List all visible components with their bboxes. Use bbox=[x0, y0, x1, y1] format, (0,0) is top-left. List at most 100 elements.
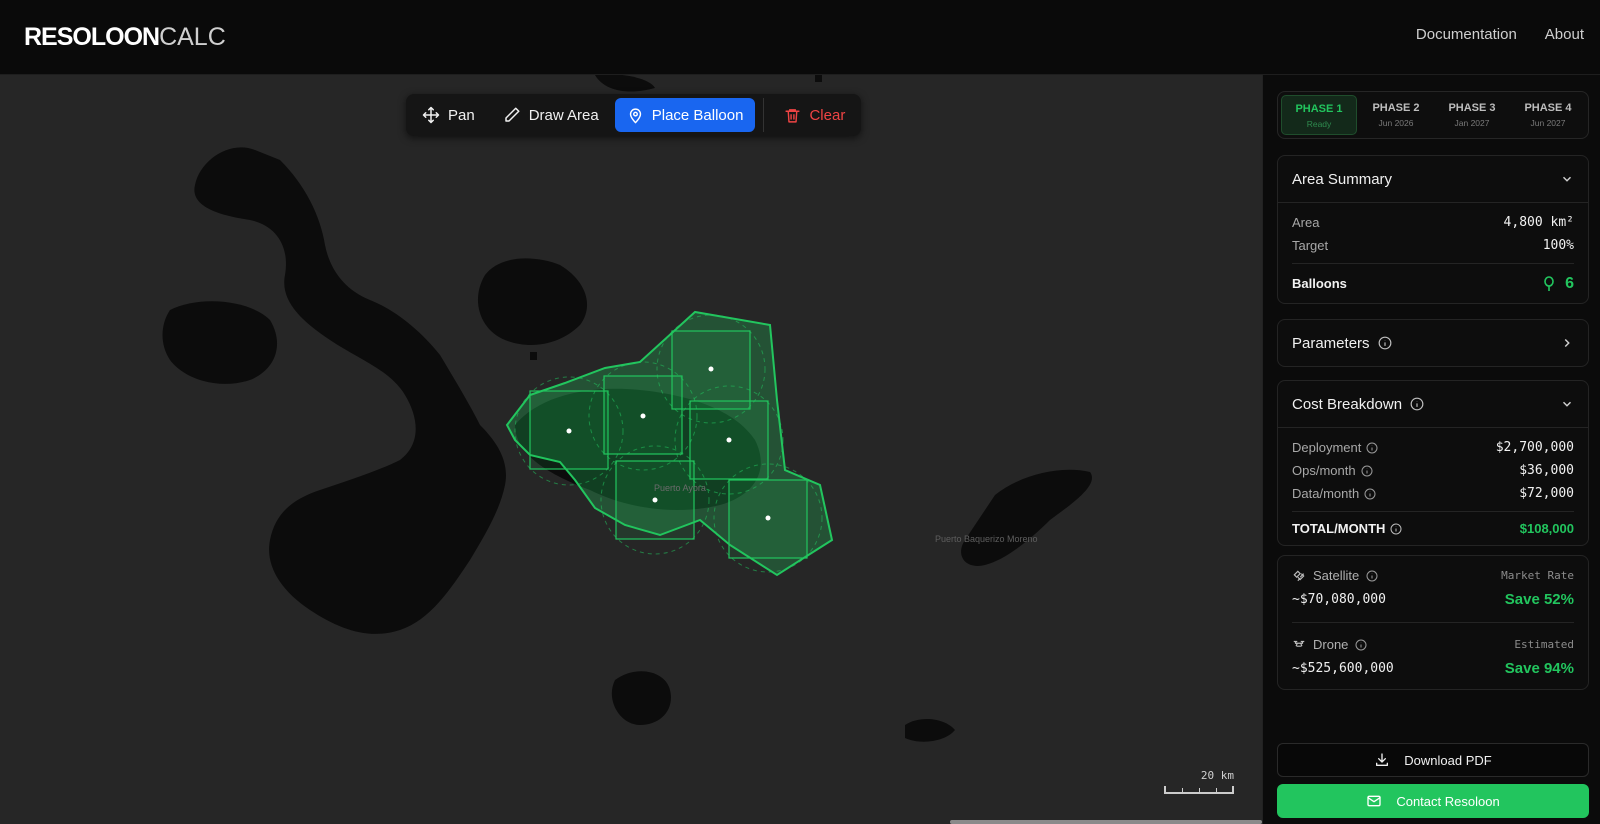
logo-part2: CALC bbox=[159, 22, 226, 51]
info-icon[interactable] bbox=[1361, 465, 1373, 477]
label-puerto-baquerizo-moreno: Puerto Baquerizo Moreno bbox=[935, 534, 1038, 544]
logo[interactable]: RESOLOON CALC bbox=[24, 22, 226, 52]
deployment-label: Deployment bbox=[1292, 440, 1362, 455]
tab-phase-2[interactable]: PHASE 2 Jun 2026 bbox=[1359, 95, 1433, 135]
scale-bar: 20 km bbox=[1164, 769, 1234, 794]
place-balloon-button[interactable]: Place Balloon bbox=[614, 98, 756, 132]
total-label: TOTAL/MONTH bbox=[1292, 521, 1386, 536]
tab-phase-3[interactable]: PHASE 3 Jan 2027 bbox=[1435, 95, 1509, 135]
balloon-icon bbox=[1544, 275, 1554, 291]
scale-line bbox=[1164, 786, 1234, 794]
ops-value: $36,000 bbox=[1519, 463, 1574, 478]
total-value: $108,000 bbox=[1519, 521, 1574, 536]
deployment-row: Deployment $2,700,000 bbox=[1292, 436, 1574, 459]
ops-label: Ops/month bbox=[1292, 463, 1356, 478]
toolbar-divider bbox=[763, 98, 765, 132]
contact-label: Contact Resoloon bbox=[1396, 793, 1500, 809]
tab-phase-4[interactable]: PHASE 4 Jun 2027 bbox=[1511, 95, 1585, 135]
phase-sub: Ready bbox=[1306, 119, 1332, 129]
data-row: Data/month $72,000 bbox=[1292, 482, 1574, 505]
phase-tabs: PHASE 1 Ready PHASE 2 Jun 2026 PHASE 3 J… bbox=[1277, 91, 1589, 139]
drone-save: Save 94% bbox=[1504, 660, 1574, 677]
balloons-value: 6 bbox=[1565, 274, 1574, 292]
info-icon[interactable] bbox=[1378, 336, 1392, 350]
phase-title: PHASE 1 bbox=[1295, 103, 1343, 115]
area-summary-card: Area Summary Area 4,800 km² Target 100% … bbox=[1277, 155, 1589, 304]
download-pdf-label: Download PDF bbox=[1404, 752, 1492, 768]
comparison-divider bbox=[1292, 622, 1574, 623]
download-icon bbox=[1376, 753, 1389, 766]
island-isabela bbox=[194, 147, 506, 634]
map-scrollbar[interactable] bbox=[950, 820, 1262, 824]
satellite-values: ~$70,080,000 Save 52% bbox=[1292, 591, 1574, 608]
mail-icon bbox=[1367, 795, 1381, 807]
side-panel: PHASE 1 Ready PHASE 2 Jun 2026 PHASE 3 J… bbox=[1262, 75, 1600, 824]
drone-tag: Estimated bbox=[1514, 638, 1574, 651]
pencil-icon bbox=[504, 107, 520, 122]
clear-button[interactable]: Clear bbox=[772, 98, 857, 132]
download-pdf-button[interactable]: Download PDF bbox=[1277, 743, 1589, 777]
balloons-count: 6 bbox=[1543, 275, 1574, 293]
pan-button[interactable]: Pan bbox=[410, 98, 487, 132]
phase-sub: Jan 2027 bbox=[1454, 118, 1490, 128]
cost-breakdown-header[interactable]: Cost Breakdown bbox=[1278, 381, 1588, 427]
label-puerto-ayora: Puerto Ayora bbox=[654, 483, 706, 493]
comparison-card: Satellite Market Rate ~$70,080,000 Save … bbox=[1277, 555, 1589, 690]
island-espanola bbox=[905, 718, 955, 742]
deployment-value: $2,700,000 bbox=[1495, 440, 1574, 455]
top-nav: Documentation About bbox=[1416, 26, 1584, 43]
balloon-marker-3 bbox=[708, 366, 714, 372]
map-layer: Puerto Ayora Puerto Baquerizo Moreno bbox=[162, 75, 1092, 742]
tab-phase-1[interactable]: PHASE 1 Ready bbox=[1281, 95, 1357, 135]
draw-area-button[interactable]: Draw Area bbox=[491, 98, 611, 132]
target-label: Target bbox=[1292, 238, 1329, 253]
island-small-north bbox=[595, 75, 655, 92]
chevron-right-icon bbox=[1564, 338, 1570, 348]
data-label: Data/month bbox=[1292, 486, 1360, 501]
nav-documentation[interactable]: Documentation bbox=[1416, 26, 1517, 43]
contact-button[interactable]: Contact Resoloon bbox=[1277, 784, 1589, 818]
balloon-marker-4 bbox=[726, 437, 732, 443]
map-toolbar: Pan Draw Area Place Balloon Clear bbox=[406, 94, 862, 136]
drone-values: ~$525,600,000 Save 94% bbox=[1292, 660, 1574, 677]
phase-sub: Jun 2027 bbox=[1530, 118, 1566, 128]
target-row: Target 100% bbox=[1292, 234, 1574, 257]
area-label: Area bbox=[1292, 215, 1320, 230]
draw-area-label: Draw Area bbox=[528, 106, 599, 124]
satellite-tag: Market Rate bbox=[1501, 569, 1574, 582]
islet-2 bbox=[815, 75, 822, 82]
balloons-label: Balloons bbox=[1292, 276, 1347, 291]
cost-breakdown-body: Deployment $2,700,000 Ops/month $36,000 … bbox=[1278, 427, 1588, 545]
info-icon[interactable] bbox=[1366, 442, 1378, 454]
drone-value: ~$525,600,000 bbox=[1292, 661, 1394, 676]
logo-part1: RESOLOON bbox=[24, 22, 160, 51]
nav-about[interactable]: About bbox=[1545, 26, 1584, 43]
area-row: Area 4,800 km² bbox=[1292, 211, 1574, 234]
phase-title: PHASE 2 bbox=[1372, 102, 1420, 114]
pan-label: Pan bbox=[448, 106, 475, 124]
phase-title: PHASE 4 bbox=[1524, 102, 1572, 114]
area-value: 4,800 km² bbox=[1503, 215, 1574, 230]
island-isabela-south bbox=[162, 301, 278, 384]
island-floreana bbox=[611, 671, 671, 725]
info-icon[interactable] bbox=[1410, 397, 1424, 411]
area-summary-header[interactable]: Area Summary bbox=[1278, 156, 1588, 202]
parameters-header[interactable]: Parameters bbox=[1278, 320, 1588, 366]
ops-row: Ops/month $36,000 bbox=[1292, 459, 1574, 482]
islet-1 bbox=[530, 352, 537, 360]
balloon-marker-1 bbox=[566, 428, 572, 434]
target-value: 100% bbox=[1542, 238, 1574, 253]
cost-breakdown-card: Cost Breakdown Deployment $2,700,000 Ops… bbox=[1277, 380, 1589, 546]
clear-label: Clear bbox=[809, 106, 846, 124]
satellite-save: Save 52% bbox=[1504, 591, 1574, 608]
info-icon[interactable] bbox=[1366, 570, 1378, 582]
map-canvas[interactable]: Puerto Ayora Puerto Baquerizo Moreno 20 … bbox=[0, 75, 1262, 824]
info-icon[interactable] bbox=[1364, 488, 1376, 500]
info-icon[interactable] bbox=[1390, 523, 1402, 535]
data-value: $72,000 bbox=[1519, 486, 1574, 501]
info-icon[interactable] bbox=[1355, 639, 1367, 651]
satellite-row: Satellite Market Rate bbox=[1292, 568, 1574, 583]
area-summary-title: Area Summary bbox=[1292, 170, 1393, 188]
phase-sub: Jun 2026 bbox=[1378, 118, 1414, 128]
chevron-down-icon bbox=[1562, 401, 1572, 407]
